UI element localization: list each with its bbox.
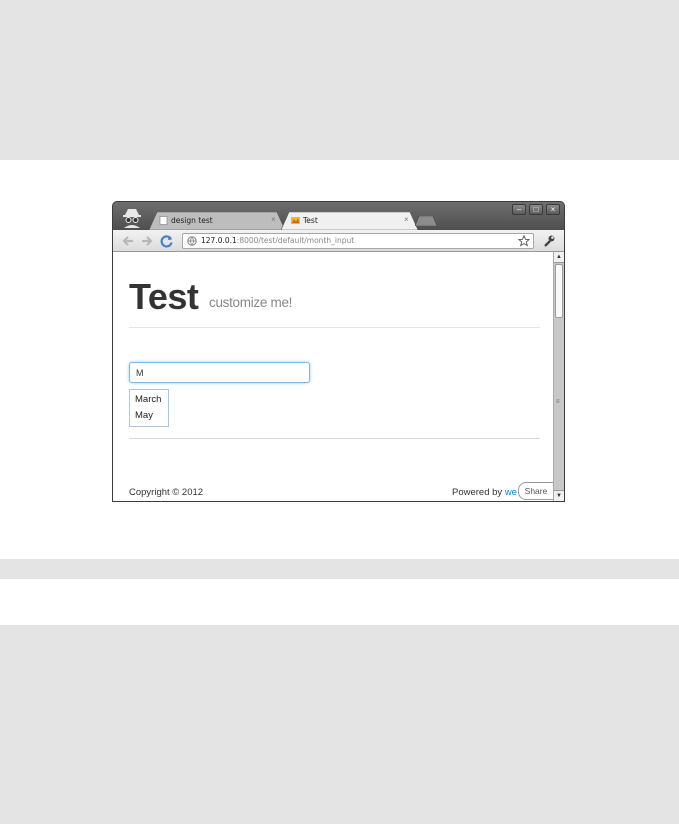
page-icon	[159, 216, 168, 225]
tab-design-test[interactable]: design test ×	[149, 212, 285, 230]
close-window-button[interactable]: ×	[546, 204, 560, 215]
suggestion-march[interactable]: March	[135, 394, 161, 405]
scrollbar-thumb[interactable]	[555, 264, 563, 318]
month-input[interactable]: M	[129, 362, 310, 383]
page-subtitle: customize me!	[209, 295, 293, 310]
toolbar: 127.0.0.1:8000/test/default/month_input	[113, 230, 564, 252]
page-content: Test customize me! M March May Copyright…	[113, 252, 553, 501]
incognito-icon	[123, 209, 141, 228]
url-text: 127.0.0.1:8000/test/default/month_input	[201, 236, 354, 245]
tab-label: Test	[303, 216, 318, 225]
reload-icon[interactable]	[160, 234, 174, 248]
tab-label: design test	[171, 216, 213, 225]
page-title: Test	[129, 276, 199, 317]
wrench-icon[interactable]	[542, 234, 556, 248]
url-path: :8000/test/default/month_input	[236, 236, 355, 245]
scroll-up-arrow-icon[interactable]: ▲	[554, 252, 564, 263]
backdrop-band-bottom	[0, 579, 679, 625]
tab-close-icon[interactable]: ×	[404, 215, 409, 224]
powered-by-text: Powered by	[452, 487, 505, 498]
tab-shape	[149, 212, 285, 230]
title-bar: design test × Test × – □ ×	[113, 202, 564, 230]
browser-window: design test × Test × – □ × 127.0.0.1:800…	[112, 201, 565, 502]
address-bar[interactable]: 127.0.0.1:8000/test/default/month_input	[182, 233, 534, 249]
forward-icon[interactable]	[140, 234, 154, 248]
tab-close-icon[interactable]: ×	[271, 215, 276, 224]
share-button[interactable]: Share	[518, 482, 553, 500]
footer-divider	[129, 438, 540, 439]
powered-by: Powered by we	[452, 487, 517, 498]
powered-by-link[interactable]: we	[505, 487, 517, 498]
vertical-scrollbar[interactable]: ▲ ≡ ▼	[553, 252, 564, 501]
suggestion-may[interactable]: May	[135, 410, 153, 421]
maximize-button[interactable]: □	[529, 204, 543, 215]
divider	[129, 327, 540, 328]
minimize-button[interactable]: –	[512, 204, 526, 215]
globe-icon	[187, 236, 197, 246]
scroll-down-arrow-icon[interactable]: ▼	[554, 490, 564, 501]
url-host: 127.0.0.1	[201, 236, 237, 245]
favicon-icon	[291, 217, 300, 224]
scrollbar-grip-icon: ≡	[556, 399, 560, 405]
tab-test[interactable]: Test ×	[281, 212, 418, 230]
tab-shape-active	[281, 212, 418, 230]
back-icon[interactable]	[121, 234, 135, 248]
star-icon[interactable]	[518, 235, 530, 247]
typeahead-dropdown: March May	[129, 389, 169, 427]
new-tab-button[interactable]	[415, 216, 437, 226]
copyright-text: Copyright © 2012	[129, 487, 204, 498]
